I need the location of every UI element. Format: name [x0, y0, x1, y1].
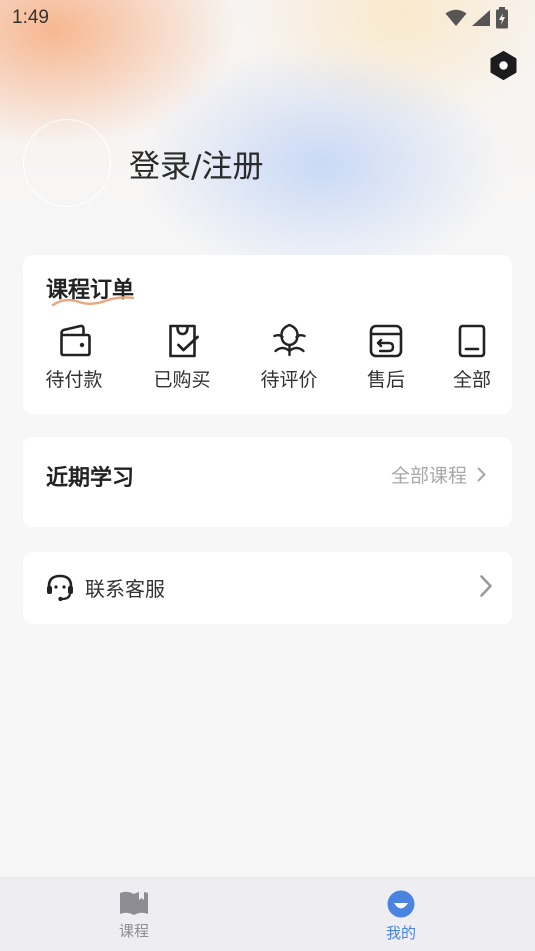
contact-support-row[interactable]: 联系客服 — [45, 572, 493, 602]
status-time: 1:49 — [12, 7, 49, 28]
after-sales-box-icon — [369, 324, 403, 358]
all-courses-link[interactable]: 全部课程 — [391, 461, 486, 488]
login-register-link[interactable]: 登录/注册 — [129, 141, 263, 186]
smile-face-icon — [387, 890, 415, 918]
battery-icon — [496, 7, 508, 29]
tab-courses[interactable]: 课程 — [119, 890, 149, 941]
profile-section[interactable]: 登录/注册 — [23, 119, 263, 207]
purchased-bag-icon — [168, 324, 199, 358]
wallet-icon — [59, 324, 91, 357]
book-icon — [119, 891, 148, 915]
order-label-pending-payment: 待付款 — [45, 369, 103, 391]
chevron-right-icon — [480, 575, 492, 597]
settings-button[interactable] — [489, 51, 518, 80]
recent-learning-title: 近期学习 — [46, 466, 135, 491]
course-orders-card: 课程订单 待付款 已购买 待评价 售后 全部 — [23, 255, 512, 414]
flower-review-icon — [272, 323, 306, 357]
tab-mine[interactable]: 我的 — [386, 890, 416, 943]
order-item-purchased[interactable]: 已购买 — [153, 323, 211, 392]
headset-icon — [47, 574, 73, 602]
cellular-signal-icon — [472, 10, 490, 26]
all-courses-label: 全部课程 — [390, 465, 467, 487]
chevron-right-icon — [477, 467, 486, 482]
status-bar: 1:49 — [0, 0, 535, 36]
order-item-pending-payment[interactable]: 待付款 — [45, 323, 103, 392]
contact-support-label: 联系客服 — [85, 576, 165, 601]
order-item-to-review[interactable]: 待评价 — [260, 323, 318, 392]
order-label-to-review: 待评价 — [260, 369, 318, 391]
order-label-all: 全部 — [452, 369, 492, 391]
status-icons — [445, 7, 509, 29]
order-status-row: 待付款 已购买 待评价 售后 全部 — [23, 323, 512, 403]
order-item-after-sales[interactable]: 售后 — [367, 323, 405, 392]
tab-label-mine: 我的 — [385, 924, 417, 942]
avatar[interactable] — [23, 119, 111, 207]
recent-learning-card: 近期学习 全部课程 — [23, 437, 512, 527]
title-underline-decoration — [51, 296, 135, 307]
order-item-all[interactable]: 全部 — [453, 323, 491, 392]
tab-label-courses: 课程 — [118, 922, 150, 940]
settings-hexagon-icon — [490, 51, 517, 80]
bottom-tab-bar: 课程 我的 — [0, 877, 535, 951]
all-orders-icon — [458, 324, 486, 358]
contact-support-card[interactable]: 联系客服 — [23, 552, 512, 624]
order-label-purchased: 已购买 — [153, 369, 211, 391]
wifi-icon — [445, 9, 467, 26]
order-label-after-sales: 售后 — [366, 369, 406, 391]
